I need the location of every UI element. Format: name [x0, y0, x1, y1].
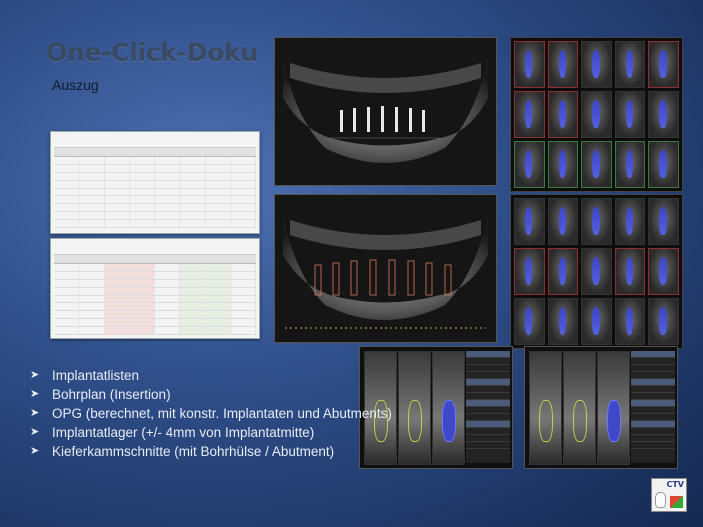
ridge-section-detail-abutment	[524, 346, 678, 469]
feature-list-item: Kieferkammschnitte (mit Bohrhülse / Abut…	[30, 442, 392, 461]
feature-list-item: Bohrplan (Insertion)	[30, 385, 392, 404]
drill-plan-document	[50, 238, 260, 339]
logo-text: CTV	[666, 480, 684, 489]
implant-bed-grid	[510, 37, 683, 192]
slide-title: One-Click-Doku	[46, 38, 258, 67]
feature-list-item: Implantatlager (+/- 4mm von Implantatmit…	[30, 423, 392, 442]
ctv-logo-icon: CTV	[651, 478, 687, 512]
ridge-section-grid	[510, 194, 683, 349]
feature-list: Implantatlisten Bohrplan (Insertion) OPG…	[30, 366, 392, 461]
feature-list-item: Implantatlisten	[30, 366, 392, 385]
feature-list-item: OPG (berechnet, mit konstr. Implantaten …	[30, 404, 392, 423]
implant-list-document	[50, 131, 260, 234]
opg-panorama-implants	[274, 37, 497, 186]
opg-panorama-implants-image	[275, 38, 496, 185]
opg-panorama-abutments-image	[275, 195, 496, 342]
slide-subtitle: Auszug	[52, 77, 99, 93]
opg-panorama-abutments	[274, 194, 497, 343]
